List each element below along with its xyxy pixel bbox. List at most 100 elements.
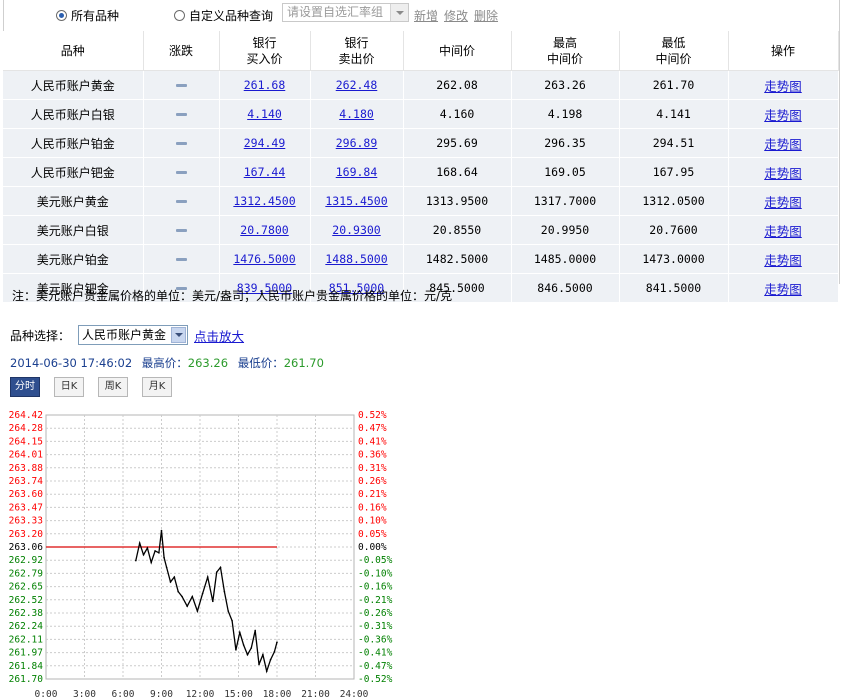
tab-monthly-k[interactable]: 月K — [142, 377, 172, 397]
column-header: 最高 中间价 — [511, 31, 620, 71]
y-tick-label: 262.11 — [9, 634, 44, 645]
sell-price-link[interactable]: 1488.5000 — [325, 252, 387, 266]
sell-price-link[interactable]: 262.48 — [336, 78, 378, 92]
trend-chart-link[interactable]: 走势图 — [764, 253, 802, 268]
y-right-tick-label: 0.26% — [358, 476, 387, 487]
y-tick-label: 263.74 — [9, 476, 44, 487]
buy-cell: 1476.5000 — [219, 244, 311, 274]
trend-chart-link[interactable]: 走势图 — [764, 137, 802, 152]
rates-table: 品种 涨跌 银行 买入价 银行 卖出价 中间价 最高 中间价 最低 中间价 操作 人民币账户黄… — [3, 31, 839, 303]
y-tick-label: 262.92 — [9, 555, 43, 566]
y-tick-label: 262.38 — [9, 608, 44, 619]
radio-unchecked-icon[interactable] — [174, 10, 185, 21]
buy-cell: 20.7800 — [219, 215, 311, 245]
column-header: 品种 — [3, 31, 144, 71]
chevron-down-icon[interactable] — [171, 327, 187, 343]
edit-button[interactable]: 修改 — [444, 7, 468, 24]
chevron-down-icon[interactable] — [390, 4, 408, 21]
table-header-row: 品种 涨跌 银行 买入价 银行 卖出价 中间价 最高 中间价 最低 中间价 操作 — [3, 31, 839, 71]
trend-chart-link[interactable]: 走势图 — [764, 108, 802, 123]
table-row: 人民币账户白银 4.140 4.180 4.160 4.198 4.141 走势图 — [3, 99, 839, 129]
zoom-link[interactable]: 点击放大 — [194, 326, 244, 345]
radio-checked-icon[interactable] — [56, 10, 67, 21]
tab-weekly-k[interactable]: 周K — [98, 377, 128, 397]
high-mid-price: 1317.7000 — [511, 186, 620, 216]
radio-custom[interactable]: 自定义品种查询 — [174, 7, 273, 24]
price-point — [142, 553, 145, 556]
trend-chart-link[interactable]: 走势图 — [764, 166, 802, 181]
price-point — [165, 566, 168, 569]
buy-price-link[interactable]: 294.49 — [244, 136, 286, 150]
variety-select[interactable]: 人民币账户黄金 — [78, 325, 189, 345]
mid-price: 295.69 — [403, 128, 512, 158]
low-mid-price: 1312.0500 — [619, 186, 729, 216]
table-body: 人民币账户黄金 261.68 262.48 262.08 263.26 261.70 走势图… — [3, 70, 839, 303]
high-mid-price: 4.198 — [511, 99, 620, 129]
trend-chart-link[interactable]: 走势图 — [764, 282, 802, 297]
sell-cell: 296.89 — [310, 128, 404, 158]
trend-chart-link[interactable]: 走势图 — [764, 224, 802, 239]
radio-all[interactable]: 所有品种 — [56, 7, 119, 24]
low-price-label: 最低价： — [237, 356, 284, 370]
tab-intraday[interactable]: 分时 — [10, 377, 40, 397]
delete-button[interactable]: 删除 — [474, 7, 498, 24]
change-cell — [143, 99, 220, 129]
price-point — [215, 571, 218, 574]
y-right-tick-label: -0.41% — [358, 648, 393, 659]
buy-price-link[interactable]: 4.140 — [247, 107, 282, 121]
low-mid-price: 294.51 — [619, 128, 729, 158]
y-right-tick-label: 0.47% — [358, 423, 387, 434]
sell-price-link[interactable]: 4.180 — [339, 107, 374, 121]
y-right-tick-label: -0.31% — [358, 621, 393, 632]
price-point — [219, 566, 222, 569]
op-cell: 走势图 — [728, 186, 839, 216]
low-mid-price: 841.5000 — [619, 273, 729, 303]
high-mid-price: 263.26 — [511, 70, 620, 100]
chart-svg: 264.42 0.52% 264.28 0.47% 264.15 0.41% 264.01 0… — [9, 410, 393, 700]
change-cell — [143, 186, 220, 216]
sell-price-link[interactable]: 169.84 — [336, 165, 378, 179]
custom-group-select[interactable]: 请设置自选汇率组 — [282, 3, 409, 22]
add-button[interactable]: 新增 — [414, 7, 438, 24]
column-header: 中间价 — [403, 31, 512, 71]
buy-price-link[interactable]: 167.44 — [244, 165, 286, 179]
sell-price-link[interactable]: 20.9300 — [332, 223, 380, 237]
y-tick-label: 262.24 — [9, 621, 44, 632]
sell-price-link[interactable]: 1315.4500 — [325, 194, 387, 208]
low-mid-price: 20.7600 — [619, 215, 729, 245]
buy-price-link[interactable]: 20.7800 — [240, 223, 288, 237]
buy-price-link[interactable]: 261.68 — [244, 78, 286, 92]
high-mid-price: 169.05 — [511, 157, 620, 187]
period-tabs: 分时 日K 周K 月K — [10, 377, 172, 397]
y-tick-label: 264.01 — [9, 450, 44, 461]
buy-price-link[interactable]: 1312.4500 — [233, 194, 295, 208]
y-right-tick-label: -0.10% — [358, 568, 393, 579]
variety-name: 人民币账户铂金 — [3, 128, 144, 158]
y-tick-label: 264.15 — [9, 436, 43, 447]
variety-name: 人民币账户钯金 — [3, 157, 144, 187]
y-tick-label: 263.60 — [9, 489, 44, 500]
y-tick-label: 264.28 — [9, 423, 44, 434]
low-mid-price: 167.95 — [619, 157, 729, 187]
sell-cell: 1315.4500 — [310, 186, 404, 216]
variety-select-value: 人民币账户黄金 — [82, 328, 167, 342]
buy-price-link[interactable]: 1476.5000 — [233, 252, 295, 266]
x-tick-label: 3:00 — [73, 689, 96, 697]
trend-chart-link[interactable]: 走势图 — [764, 79, 802, 94]
column-header: 银行 买入价 — [219, 31, 311, 71]
y-right-tick-label: -0.05% — [358, 555, 393, 566]
sell-price-link[interactable]: 296.89 — [336, 136, 378, 150]
tab-daily-k[interactable]: 日K — [54, 377, 84, 397]
flat-change-icon — [175, 200, 187, 203]
price-point — [242, 644, 245, 646]
mid-price: 168.64 — [403, 157, 512, 187]
high-mid-price: 846.5000 — [511, 273, 620, 303]
high-price-label: 最高价： — [141, 356, 188, 370]
x-tick-label: 24:00 — [340, 689, 369, 697]
price-point — [269, 658, 272, 661]
x-tick-label: 21:00 — [301, 689, 330, 697]
mid-price: 4.160 — [403, 99, 512, 129]
trend-chart-link[interactable]: 走势图 — [764, 195, 802, 210]
op-cell: 走势图 — [728, 70, 839, 100]
y-tick-label: 263.06 — [9, 542, 44, 553]
